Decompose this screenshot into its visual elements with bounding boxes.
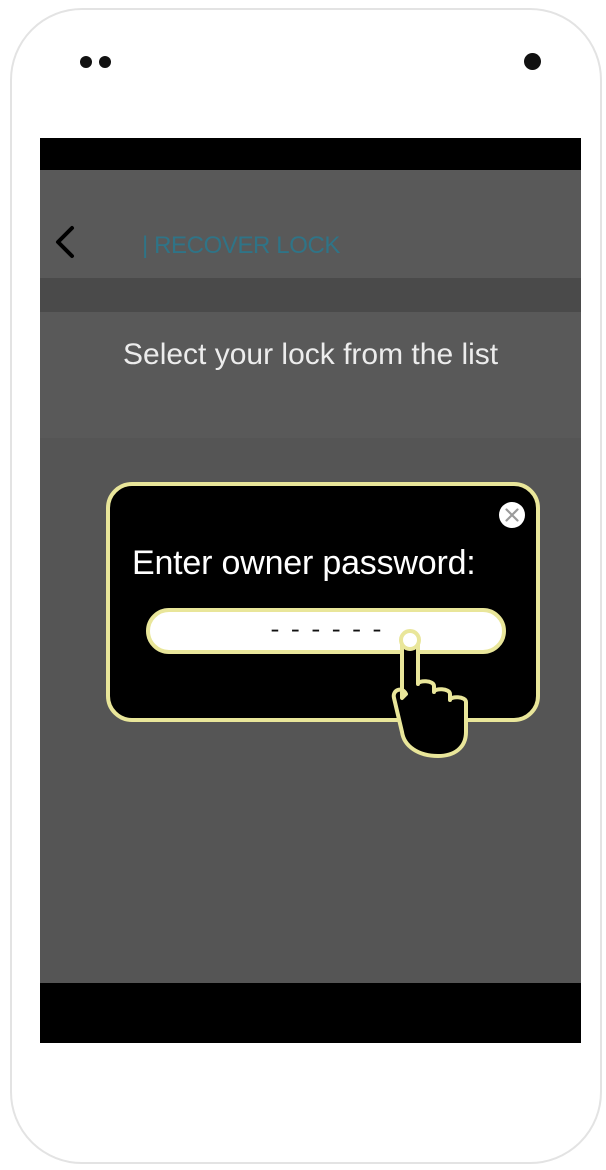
close-circle-icon — [499, 502, 525, 528]
header-divider — [40, 278, 581, 312]
instruction-text: Select your lock from the list — [123, 338, 499, 371]
app-header: | RECOVER LOCK — [40, 170, 581, 278]
chevron-left-icon — [56, 226, 74, 258]
camera-dot — [524, 53, 541, 70]
close-button[interactable] — [498, 501, 526, 529]
navigation-bar — [40, 983, 581, 1043]
sensor-dot — [80, 56, 92, 68]
page-title: | RECOVER LOCK — [142, 232, 341, 259]
sensor-dot — [99, 56, 111, 68]
status-bar — [40, 138, 581, 170]
password-dialog: Enter owner password: — [106, 482, 540, 722]
device-mockup: | RECOVER LOCK Select your lock from the… — [0, 0, 606, 1170]
dialog-title: Enter owner password: — [132, 544, 476, 582]
instruction-banner: Select your lock from the list — [40, 312, 581, 438]
back-button[interactable] — [50, 222, 82, 262]
password-field[interactable] — [146, 608, 506, 654]
password-input[interactable] — [150, 612, 502, 650]
